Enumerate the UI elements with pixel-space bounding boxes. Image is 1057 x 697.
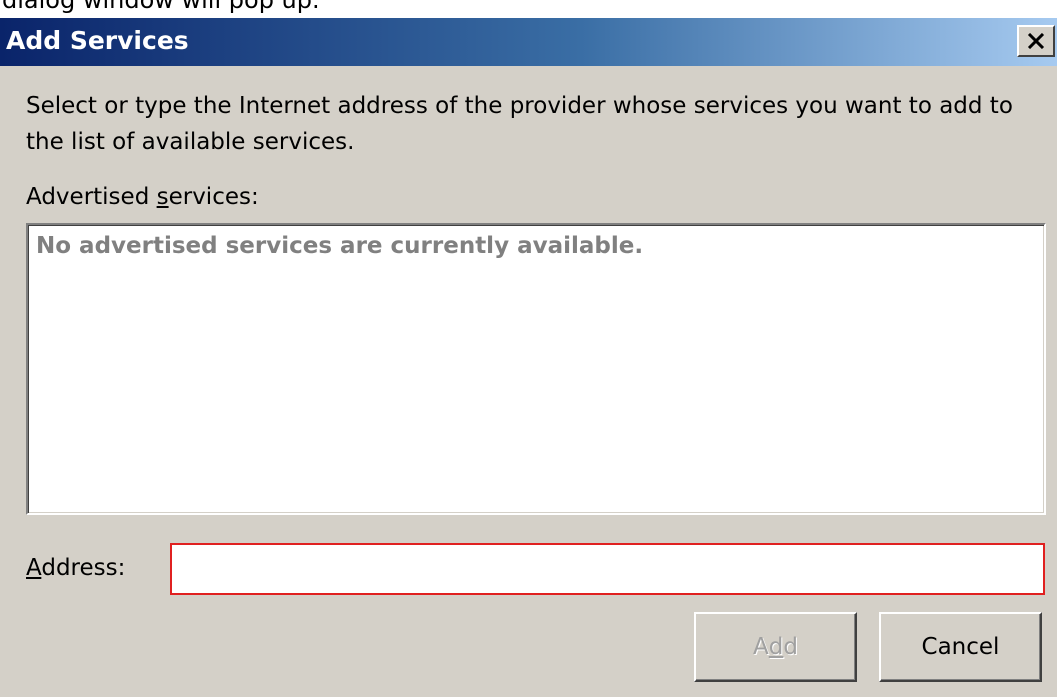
address-label: Address: (26, 555, 126, 581)
title-bar[interactable]: Add Services (0, 18, 1057, 66)
dialog-title: Add Services (6, 26, 189, 55)
add-button[interactable]: Add (694, 612, 857, 682)
close-icon (1027, 33, 1045, 49)
add-services-dialog: Add Services Select or type the Internet… (0, 18, 1057, 697)
address-input[interactable] (170, 543, 1045, 595)
advertised-services-label: Advertised services: (26, 184, 259, 210)
advertised-services-list[interactable]: No advertised services are currently ava… (26, 223, 1046, 515)
cancel-button[interactable]: Cancel (879, 612, 1042, 682)
dialog-description: Select or type the Internet address of t… (26, 93, 1013, 155)
page-caption: dialog window will pop up. (2, 0, 320, 14)
empty-list-message: No advertised services are currently ava… (36, 233, 644, 259)
close-button[interactable] (1017, 25, 1055, 57)
